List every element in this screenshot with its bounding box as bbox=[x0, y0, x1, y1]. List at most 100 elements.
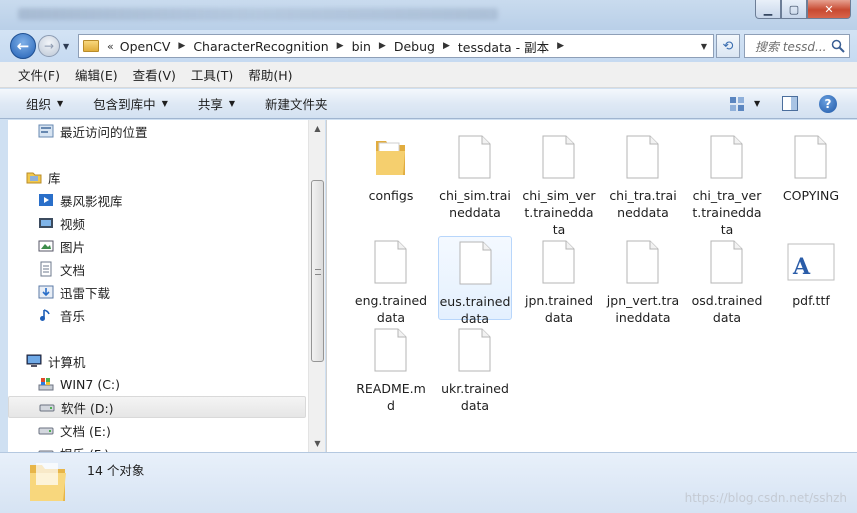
include-in-library-label: 包含到库中 bbox=[93, 97, 156, 112]
file-item[interactable]: Apdf.ttf bbox=[774, 236, 848, 320]
forward-button[interactable]: → bbox=[38, 35, 60, 57]
file-item[interactable]: README.md bbox=[354, 324, 428, 413]
maximize-button[interactable]: ▢ bbox=[781, 0, 807, 19]
sidebar-item[interactable]: 库 bbox=[8, 166, 306, 188]
breadcrumb-item[interactable]: Debug bbox=[394, 39, 435, 54]
file-name: osd.traineddata bbox=[691, 293, 763, 325]
sidebar-item-label: 计算机 bbox=[48, 354, 86, 370]
preview-pane-icon[interactable] bbox=[782, 96, 798, 111]
search-placeholder: 搜索 tessd... bbox=[755, 39, 827, 54]
menu-view[interactable]: 查看(V) bbox=[133, 65, 176, 84]
sidebar-item[interactable]: 计算机 bbox=[8, 350, 306, 372]
sidebar-item[interactable]: 迅雷下载 bbox=[8, 281, 306, 303]
breadcrumb: OpenCV ▶ CharacterRecognition ▶ bin ▶ Debug ▶ te… bbox=[120, 37, 572, 56]
file-item[interactable]: chi_sim.traineddata bbox=[438, 131, 512, 220]
menu-tools[interactable]: 工具(T) bbox=[191, 65, 233, 84]
file-name: eus.traineddata bbox=[439, 294, 511, 326]
folder-item[interactable]: configs bbox=[354, 131, 428, 215]
font-file-icon: A bbox=[787, 240, 835, 284]
back-button[interactable]: ← bbox=[10, 33, 36, 59]
file-name: pdf.ttf bbox=[792, 293, 830, 308]
breadcrumb-separator-icon[interactable]: ▶ bbox=[178, 41, 185, 51]
sidebar-item-label: 暴风影视库 bbox=[60, 193, 123, 209]
address-bar[interactable]: « OpenCV ▶ CharacterRecognition ▶ bin ▶ Debug ▶… bbox=[78, 34, 714, 58]
sidebar-item[interactable]: 娱乐 (F:) bbox=[8, 442, 306, 452]
menu-edit[interactable]: 编辑(E) bbox=[75, 65, 118, 84]
sidebar-item[interactable]: 视频 bbox=[8, 212, 306, 234]
breadcrumb-item[interactable]: tessdata - 副本 bbox=[458, 37, 549, 56]
download-icon bbox=[38, 284, 54, 300]
file-icon bbox=[541, 135, 576, 179]
change-view-icon[interactable] bbox=[729, 96, 745, 112]
file-item[interactable]: eus.traineddata bbox=[438, 236, 512, 326]
file-item[interactable]: chi_tra.traineddata bbox=[606, 131, 680, 220]
history-dropdown-icon[interactable]: ▼ bbox=[63, 42, 69, 51]
file-name: jpn_vert.traineddata bbox=[606, 293, 680, 325]
breadcrumb-separator-icon[interactable]: ▶ bbox=[337, 41, 344, 51]
file-item[interactable]: COPYING bbox=[774, 131, 848, 215]
breadcrumb-separator-icon[interactable]: ▶ bbox=[379, 41, 386, 51]
menu-file[interactable]: 文件(F) bbox=[18, 65, 60, 84]
new-folder-label: 新建文件夹 bbox=[265, 97, 328, 112]
file-icon bbox=[373, 328, 408, 372]
file-name: chi_sim_vert.traineddata bbox=[522, 188, 596, 237]
address-dropdown-icon[interactable]: ▼ bbox=[701, 42, 707, 51]
sidebar-item-label: 软件 (D:) bbox=[61, 400, 114, 416]
file-icon bbox=[541, 240, 576, 284]
organize-button[interactable]: 组织 ▼ bbox=[26, 94, 63, 113]
sidebar-item[interactable]: 文档 bbox=[8, 258, 306, 280]
new-folder-button[interactable]: 新建文件夹 bbox=[265, 94, 328, 113]
file-item[interactable]: ukr.traineddata bbox=[438, 324, 512, 413]
scroll-up-icon[interactable]: ▲ bbox=[309, 120, 326, 137]
breadcrumb-item[interactable]: bin bbox=[352, 39, 371, 54]
windows-drive-icon bbox=[38, 376, 54, 392]
breadcrumb-separator-icon[interactable]: ▶ bbox=[557, 41, 564, 51]
include-in-library-button[interactable]: 包含到库中 ▼ bbox=[93, 94, 168, 113]
window-controls: ▁ ▢ ✕ bbox=[755, 0, 851, 19]
scroll-down-icon[interactable]: ▼ bbox=[309, 435, 326, 452]
sidebar-item[interactable]: 音乐 bbox=[8, 304, 306, 326]
menu-bar: 文件(F) 编辑(E) 查看(V) 工具(T) 帮助(H) bbox=[0, 62, 857, 88]
refresh-button[interactable]: ⟲ bbox=[716, 34, 740, 58]
file-name: configs bbox=[368, 188, 414, 203]
file-icon bbox=[373, 240, 408, 284]
sidebar-item[interactable]: WIN7 (C:) bbox=[8, 373, 306, 395]
folder-icon bbox=[83, 40, 99, 52]
close-button[interactable]: ✕ bbox=[807, 0, 851, 19]
watermark: https://blog.csdn.net/sshzh bbox=[684, 491, 847, 505]
svg-text:A: A bbox=[792, 254, 811, 280]
scrollbar-thumb[interactable] bbox=[311, 180, 324, 362]
navigation-pane-scrollbar[interactable]: ▲ ▼ bbox=[308, 120, 325, 452]
search-icon[interactable] bbox=[831, 39, 845, 53]
minimize-button[interactable]: ▁ bbox=[755, 0, 781, 19]
sidebar-item[interactable]: 图片 bbox=[8, 235, 306, 257]
breadcrumb-separator-icon[interactable]: ▶ bbox=[443, 41, 450, 51]
video-library-icon bbox=[38, 192, 54, 208]
share-button[interactable]: 共享 ▼ bbox=[198, 94, 235, 113]
sidebar-item[interactable]: 最近访问的位置 bbox=[8, 120, 306, 142]
arrow-right-icon: → bbox=[43, 39, 55, 53]
breadcrumb-item[interactable]: CharacterRecognition bbox=[193, 39, 328, 54]
file-name: jpn.traineddata bbox=[524, 293, 594, 325]
sidebar-item-label: 迅雷下载 bbox=[60, 285, 111, 301]
file-item[interactable]: eng.traineddata bbox=[354, 236, 428, 325]
overflow-chevron-icon[interactable]: « bbox=[107, 40, 114, 53]
file-item[interactable]: jpn_vert.traineddata bbox=[606, 236, 680, 325]
search-input[interactable]: 搜索 tessd... bbox=[744, 34, 850, 58]
file-item[interactable]: chi_sim_vert.traineddata bbox=[522, 131, 596, 237]
recent-places-icon bbox=[38, 123, 54, 139]
file-item[interactable]: osd.traineddata bbox=[690, 236, 764, 325]
file-name: chi_sim.traineddata bbox=[439, 188, 511, 220]
menu-help[interactable]: 帮助(H) bbox=[248, 65, 292, 84]
navigation-pane: 最近访问的位置库暴风影视库视频 图片 文档迅雷下载音乐计算机 WIN7 (C:) 软件 … bbox=[8, 120, 308, 452]
sidebar-item[interactable]: 暴风影视库 bbox=[8, 189, 306, 211]
video-icon bbox=[38, 215, 54, 231]
view-options-dropdown-icon[interactable]: ▼ bbox=[754, 99, 760, 108]
computer-icon bbox=[26, 353, 42, 369]
sidebar-item[interactable]: 文档 (E:) bbox=[8, 419, 306, 441]
sidebar-item[interactable]: 软件 (D:) bbox=[8, 396, 306, 418]
file-item[interactable]: jpn.traineddata bbox=[522, 236, 596, 325]
file-item[interactable]: chi_tra_vert.traineddata bbox=[690, 131, 764, 237]
breadcrumb-item[interactable]: OpenCV bbox=[120, 39, 171, 54]
help-icon[interactable]: ? bbox=[819, 95, 837, 113]
